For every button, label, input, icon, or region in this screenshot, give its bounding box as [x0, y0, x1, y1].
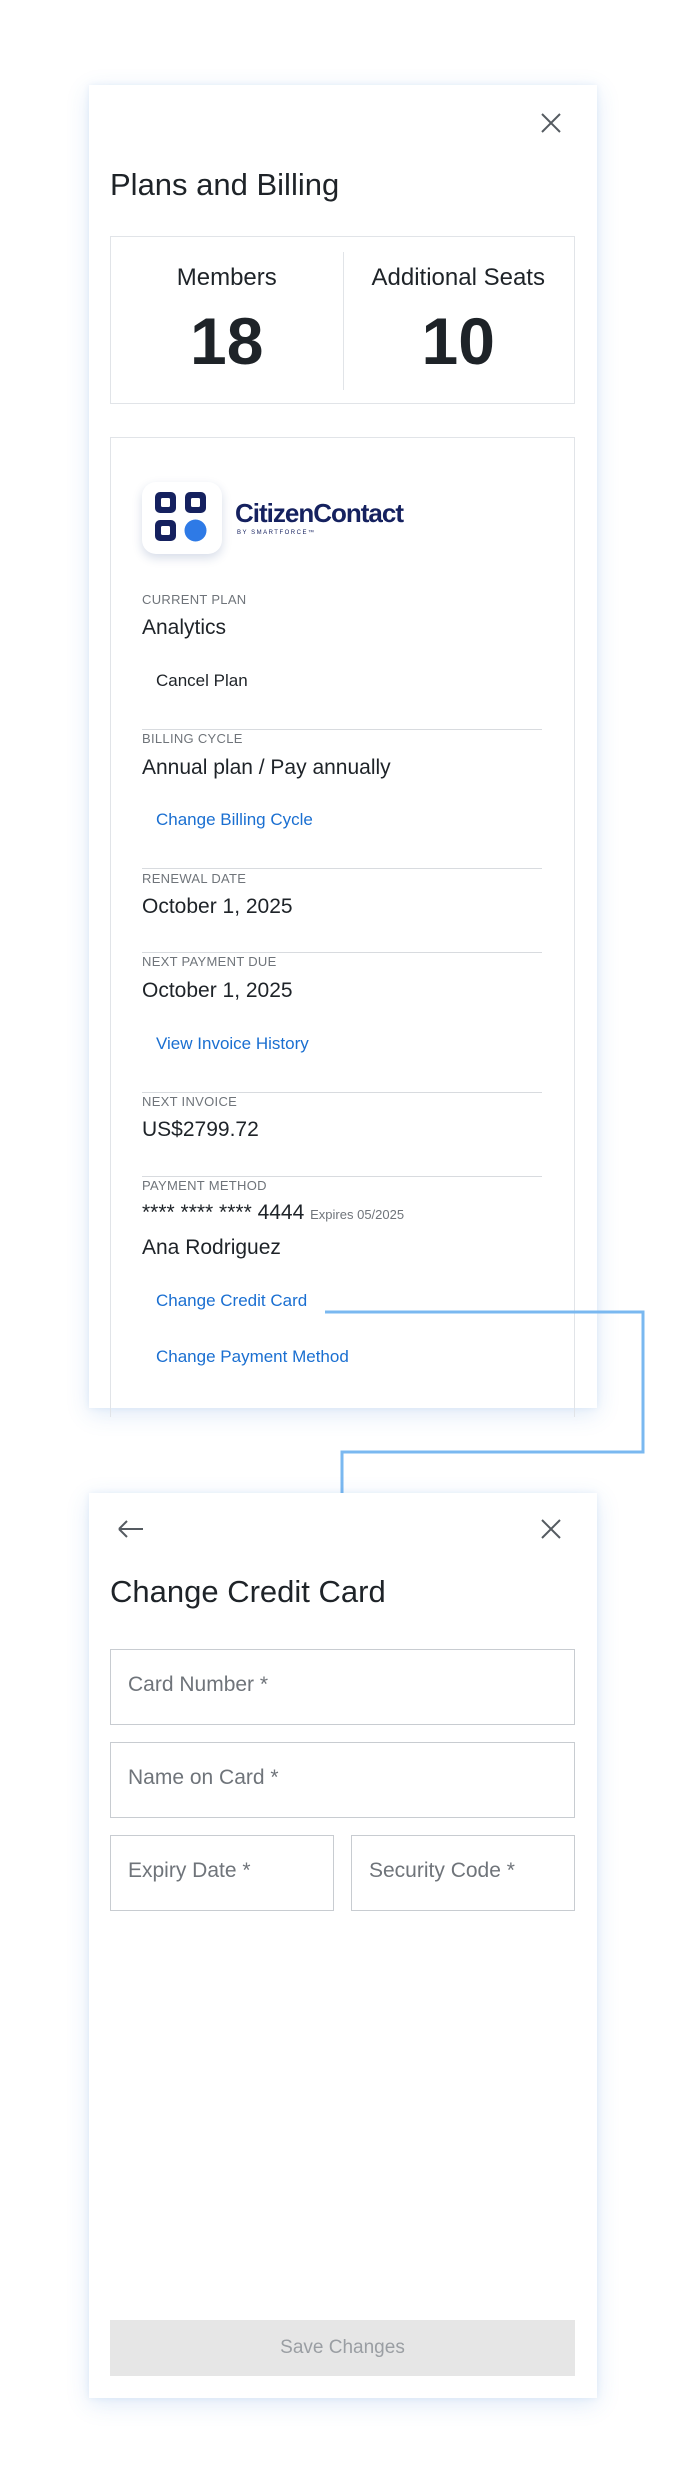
name-on-card-field[interactable]: Name on Card * — [110, 1742, 575, 1818]
card-number-placeholder: Card Number * — [128, 1673, 269, 1696]
save-changes-button[interactable]: Save Changes — [110, 2320, 575, 2376]
close-icon[interactable] — [535, 1513, 567, 1545]
change-credit-card-panel: Change Credit Card Card Number * Name on… — [89, 1493, 597, 2398]
security-code-placeholder: Security Code * — [369, 1859, 515, 1882]
arrow-left-icon[interactable] — [115, 1513, 147, 1545]
name-on-card-placeholder: Name on Card * — [128, 1766, 279, 1789]
security-code-field[interactable]: Security Code * — [351, 1835, 575, 1911]
page-title: Change Credit Card — [110, 1574, 386, 1609]
expiry-date-field[interactable]: Expiry Date * — [110, 1835, 334, 1911]
expiry-date-placeholder: Expiry Date * — [128, 1859, 251, 1882]
card-number-field[interactable]: Card Number * — [110, 1649, 575, 1725]
